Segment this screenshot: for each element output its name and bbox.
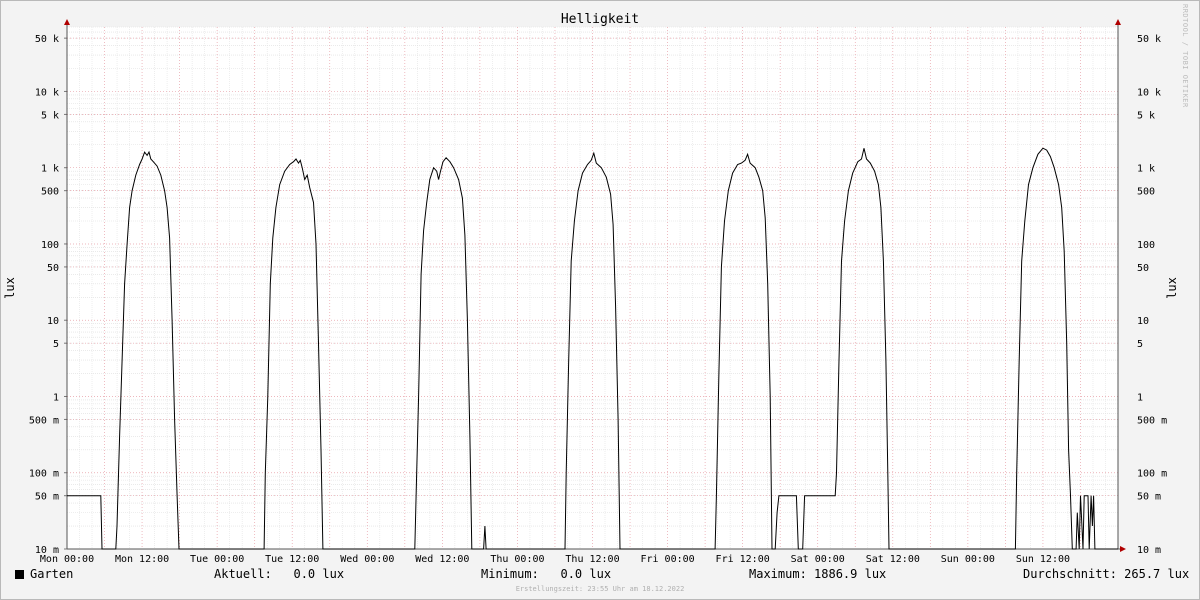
y-tick-label-right: 1 k — [1137, 164, 1155, 175]
x-tick-label: Thu 00:00 — [490, 554, 544, 565]
rrdtool-watermark: RRDTOOL / TOBI OETIKER — [1181, 4, 1189, 108]
y-tick-label-right: 50 k — [1137, 34, 1161, 45]
x-tick-label: Mon 12:00 — [115, 554, 169, 565]
y-tick-label-right: 10 m — [1137, 545, 1161, 556]
y-tick-label-right: 100 — [1137, 240, 1155, 251]
y-axis-label-right: lux — [1165, 277, 1179, 299]
y-tick-label-right: 500 — [1137, 187, 1155, 198]
y-tick-label-left: 50 k — [35, 34, 59, 45]
x-tick-label: Sun 00:00 — [941, 554, 995, 565]
y-tick-label-right: 10 — [1137, 316, 1149, 327]
x-tick-label: Wed 00:00 — [340, 554, 394, 565]
x-tick-label: Tue 12:00 — [265, 554, 319, 565]
legend-swatch-garten — [15, 570, 24, 579]
chart-title: Helligkeit — [561, 12, 639, 27]
x-tick-label: Wed 12:00 — [415, 554, 469, 565]
legend-series-name: Garten — [30, 567, 74, 581]
y-tick-label-right: 1 — [1137, 392, 1143, 403]
y-tick-label-left: 1 — [53, 392, 59, 403]
brightness-chart: 10 m 10 m50 m 50 m100 m 100 m500 m 500 m1 15 5… — [3, 12, 1179, 565]
y-tick-label-left: 100 m — [29, 469, 59, 480]
x-tick-label: Mon 00:00 — [40, 554, 94, 565]
y-tick-label-right: 100 m — [1137, 469, 1167, 480]
legend-average: Durchschnitt: 265.7 lux — [1023, 567, 1190, 581]
x-tick-label: Sat 00:00 — [791, 554, 845, 565]
y-tick-label-left: 10 k — [35, 87, 59, 98]
legend-maximum: Maximum: 1886.9 lux — [749, 567, 887, 581]
x-tick-label: Fri 00:00 — [640, 554, 694, 565]
x-axis-arrow — [1120, 546, 1126, 552]
x-tick-label: Thu 12:00 — [565, 554, 619, 565]
x-tick-label: Sat 12:00 — [866, 554, 920, 565]
y-tick-label-left: 500 m — [29, 415, 59, 426]
y-tick-label-left: 5 k — [41, 110, 59, 121]
y-tick-label-left: 50 — [47, 263, 59, 274]
y-tick-label-left: 50 m — [35, 492, 59, 503]
x-tick-label: Sun 12:00 — [1016, 554, 1070, 565]
y-tick-label-right: 50 — [1137, 263, 1149, 274]
x-tick-label: Fri 12:00 — [716, 554, 770, 565]
x-tick-label: Tue 00:00 — [190, 554, 244, 565]
y-tick-label-left: 5 — [53, 339, 59, 350]
y-axis-arrow-left — [64, 19, 70, 25]
y-axis-label-left: lux — [3, 277, 17, 299]
y-tick-label-right: 500 m — [1137, 415, 1167, 426]
y-tick-label-left: 500 — [41, 187, 59, 198]
y-tick-label-right: 50 m — [1137, 492, 1161, 503]
legend-current: Aktuell: 0.0 lux — [214, 567, 345, 581]
y-tick-label-left: 10 — [47, 316, 59, 327]
y-tick-label-left: 1 k — [41, 164, 59, 175]
y-tick-label-right: 10 k — [1137, 87, 1161, 98]
y-tick-label-right: 5 k — [1137, 110, 1155, 121]
creation-time-footer: Erstellungszeit: 23:55 Uhr am 18.12.2022 — [515, 585, 685, 593]
y-tick-label-left: 100 — [41, 240, 59, 251]
y-tick-label-right: 5 — [1137, 339, 1143, 350]
legend-minimum: Minimum: 0.0 lux — [481, 567, 612, 581]
y-axis-arrow-right — [1115, 19, 1121, 25]
